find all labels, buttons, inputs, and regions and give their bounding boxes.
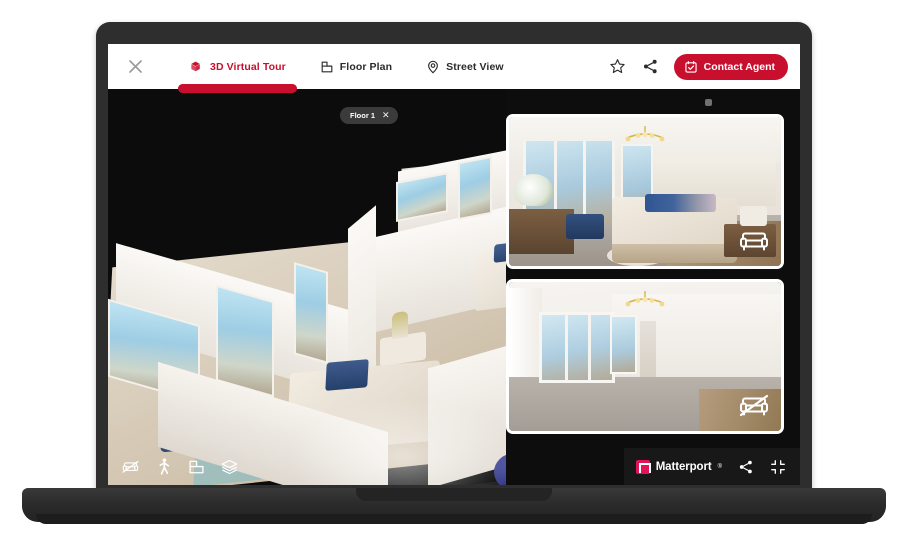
hide-furniture-icon	[122, 460, 139, 473]
scene-window	[294, 262, 328, 364]
tour-viewer[interactable]: Floor 1 ✕ Matterport ®	[108, 89, 800, 485]
floor-selector-pill[interactable]: Floor 1 ✕	[340, 107, 398, 124]
tab-label: Street View	[446, 60, 504, 73]
top-navigation-bar: 3D Virtual Tour Floor Plan Street View C…	[108, 44, 800, 93]
room-windows	[538, 311, 616, 384]
hide-furniture-button[interactable]	[122, 458, 139, 475]
walkthrough-icon	[158, 458, 169, 475]
brand-trademark: ®	[717, 463, 722, 470]
scene-plant	[392, 310, 408, 340]
room-bed-foot	[612, 243, 738, 264]
floors-layers-icon	[221, 459, 238, 474]
room-lamp	[740, 206, 768, 226]
viewer-handle-dot[interactable]	[705, 99, 712, 106]
favorite-button[interactable]	[608, 57, 628, 77]
room-doorway	[639, 320, 656, 378]
window-mullion	[588, 314, 592, 381]
fullscreen-exit-icon	[770, 459, 785, 474]
close-button[interactable]	[122, 54, 148, 80]
contact-agent-button[interactable]: Contact Agent	[673, 53, 788, 80]
dollhouse-icon	[189, 460, 204, 473]
close-icon	[128, 60, 142, 73]
room-chair	[566, 213, 605, 240]
floor-label: Floor 1	[350, 111, 376, 120]
tab-label: Floor Plan	[339, 60, 393, 73]
scene-pillow	[325, 359, 369, 391]
contact-agent-label: Contact Agent	[703, 60, 775, 73]
tab-floor-plan[interactable]: Floor Plan	[303, 44, 409, 89]
map-pin-icon	[428, 60, 439, 73]
nav-tabs: 3D Virtual Tour Floor Plan Street View	[172, 44, 521, 93]
calendar-check-icon	[684, 60, 697, 73]
floor-close-button[interactable]: ✕	[382, 110, 390, 121]
furniture-on-icon	[740, 232, 768, 251]
walkthrough-button[interactable]	[155, 458, 172, 475]
chandelier-icon	[625, 125, 665, 142]
room-chandelier	[619, 125, 671, 152]
room-desk	[509, 209, 575, 255]
tab-label: 3D Virtual Tour	[210, 60, 286, 73]
dollhouse-button[interactable]	[188, 458, 205, 475]
fullscreen-exit-button[interactable]	[769, 458, 786, 475]
brand-name: Matterport	[655, 460, 712, 473]
furnished-room-thumbnail[interactable]	[506, 114, 784, 269]
floor-plan-icon	[321, 61, 333, 72]
room-pillows	[645, 194, 716, 213]
floors-layers-button[interactable]	[221, 458, 238, 475]
room-window-secondary	[609, 314, 637, 375]
comparison-thumbnails	[506, 89, 800, 485]
viewer-tools	[122, 458, 238, 475]
share-button[interactable]	[641, 57, 661, 77]
viewer-share-button[interactable]	[737, 458, 754, 475]
tab-3d-virtual-tour[interactable]: 3D Virtual Tour	[172, 44, 303, 93]
room-plant	[514, 173, 553, 207]
active-tab-indicator	[178, 84, 297, 93]
laptop-base-notch	[356, 488, 552, 501]
cube-3d-icon	[191, 61, 200, 72]
tab-street-view[interactable]: Street View	[409, 44, 521, 89]
viewer-brand-bar: Matterport ®	[623, 448, 800, 485]
matterport-mark-icon	[635, 459, 651, 474]
star-icon	[610, 59, 625, 74]
scene-window	[216, 284, 274, 398]
scene-window	[458, 155, 492, 221]
room-chandelier	[619, 290, 671, 317]
furniture-off-badge	[739, 393, 769, 419]
window-mullion	[565, 314, 569, 381]
share-icon	[739, 460, 752, 473]
chandelier-icon	[625, 290, 665, 307]
window-mullion	[582, 140, 586, 225]
unfurnished-room-thumbnail[interactable]	[506, 279, 784, 434]
nav-actions: Contact Agent	[608, 53, 788, 80]
furniture-off-icon	[739, 394, 769, 417]
laptop-base-foot	[36, 514, 872, 524]
matterport-logo[interactable]: Matterport ®	[635, 459, 722, 474]
furniture-on-badge	[739, 228, 769, 254]
laptop-screen: 3D Virtual Tour Floor Plan Street View C…	[108, 44, 800, 485]
screenshot-stage: 3D Virtual Tour Floor Plan Street View C…	[0, 0, 908, 536]
share-icon	[644, 59, 657, 74]
